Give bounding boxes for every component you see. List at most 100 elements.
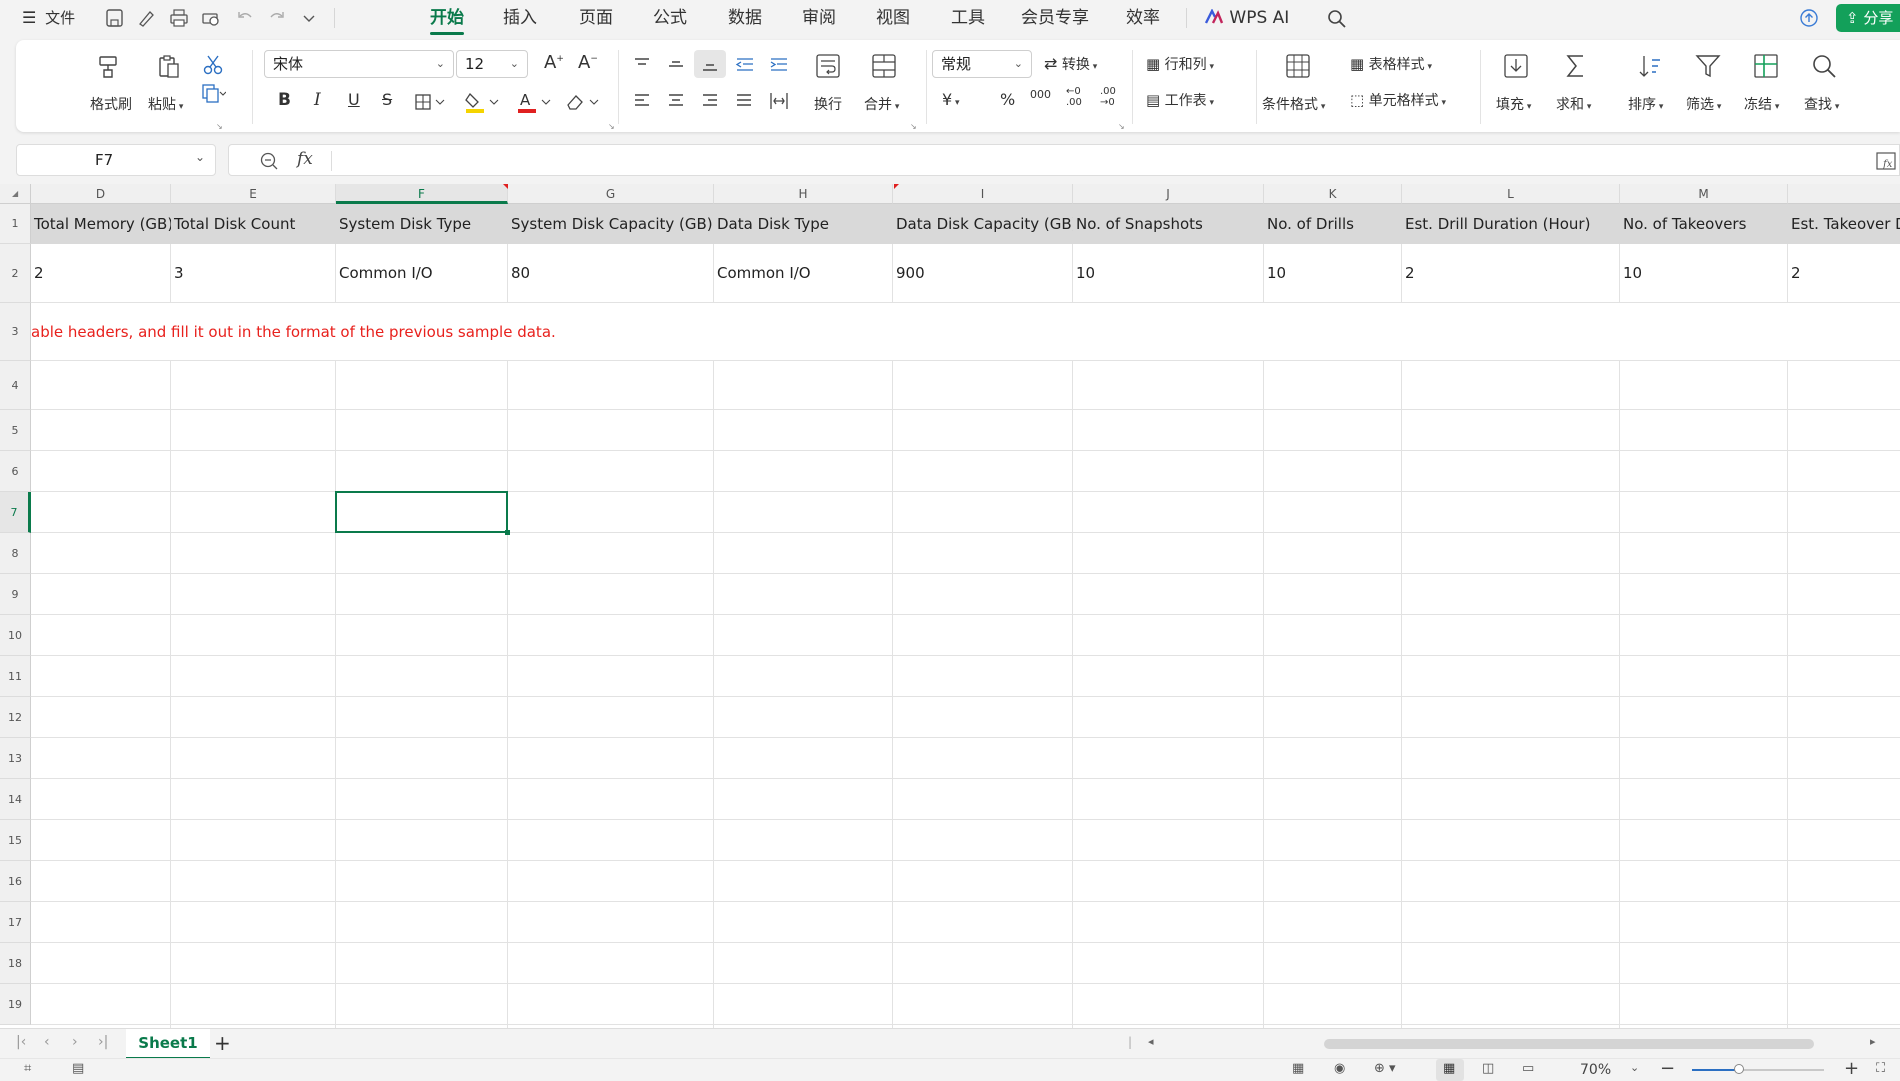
page-layout-icon[interactable]: ◫ (1482, 1061, 1494, 1076)
zoom-out-icon[interactable]: − (1660, 1058, 1675, 1079)
zoom-level[interactable]: 70% (1580, 1062, 1611, 1078)
underline-icon[interactable]: U (348, 90, 360, 109)
table-cell[interactable]: 900 (893, 244, 1073, 303)
table-header-cell[interactable]: Data Disk Capacity (GB) (893, 204, 1073, 244)
decrease-indent-icon[interactable] (734, 56, 756, 74)
table-cell[interactable]: 80 (508, 244, 714, 303)
paste-icon[interactable] (156, 54, 182, 80)
add-sheet-icon[interactable]: + (214, 1031, 231, 1055)
strikethrough-icon[interactable]: S (382, 90, 392, 109)
align-left-icon[interactable] (632, 92, 652, 110)
column-header-j[interactable]: J (1073, 184, 1264, 204)
last-sheet-icon[interactable]: ›| (98, 1034, 108, 1050)
rows-columns-button[interactable]: ▦ 行和列 ▾ (1146, 54, 1214, 74)
fill-color-icon[interactable] (464, 90, 502, 114)
zoom-in-icon[interactable]: + (1844, 1058, 1859, 1079)
tab-home[interactable]: 开始 (430, 5, 464, 35)
first-sheet-icon[interactable]: |‹ (16, 1034, 26, 1050)
table-header-cell[interactable]: System Disk Capacity (GB) (508, 204, 714, 244)
row-header-3[interactable]: 3 (0, 303, 31, 361)
dialog-launcher-icon[interactable]: ↘ (608, 122, 615, 131)
fill-icon[interactable] (1502, 52, 1530, 80)
column-header-k[interactable]: K (1264, 184, 1402, 204)
wps-ai-button[interactable]: WPS AI (1204, 6, 1289, 30)
freeze-button[interactable]: 冻结 ▾ (1744, 94, 1779, 114)
merge-button[interactable]: 合并 ▾ (864, 94, 899, 114)
table-cell[interactable]: 10 (1264, 244, 1402, 303)
table-cell[interactable]: Common I/O (336, 244, 508, 303)
center-view-icon[interactable]: ⊕ ▾ (1374, 1061, 1396, 1076)
italic-icon[interactable]: I (314, 90, 321, 110)
horizontal-scrollbar[interactable] (1324, 1039, 1814, 1049)
print-preview-icon[interactable] (200, 8, 222, 28)
row-header-4[interactable]: 4 (0, 361, 31, 410)
page-break-icon[interactable]: ▭ (1522, 1061, 1534, 1076)
font-size-select[interactable]: 12 ⌄ (456, 50, 528, 78)
dialog-launcher-icon[interactable]: ↘ (1118, 122, 1125, 131)
row-header-6[interactable]: 6 (0, 451, 31, 492)
table-header-cell[interactable]: Data Disk Type (714, 204, 893, 244)
cut-icon[interactable] (202, 54, 224, 76)
scroll-left-icon[interactable]: ◂ (1148, 1035, 1154, 1048)
table-style-button[interactable]: ▦ 表格样式 ▾ (1350, 54, 1432, 74)
row-header-10[interactable]: 10 (0, 615, 31, 656)
dialog-launcher-icon[interactable]: ↘ (216, 122, 223, 131)
zoom-formula-icon[interactable] (259, 151, 279, 171)
clear-format-icon[interactable] (564, 90, 602, 114)
table-cell[interactable]: 2 (1788, 244, 1900, 303)
bold-icon[interactable]: B (278, 90, 291, 110)
pen-icon[interactable] (136, 8, 158, 28)
paste-button[interactable]: 粘贴 ▾ (148, 94, 183, 114)
eye-protection-icon[interactable]: ◉ (1334, 1061, 1345, 1076)
table-header-cell[interactable]: Total Disk Count (171, 204, 336, 244)
instruction-note[interactable]: able headers, and fill it out in the for… (31, 303, 1900, 360)
convert-button[interactable]: ⇄ 转换 ▾ (1044, 54, 1097, 74)
cell-style-button[interactable]: ⬚ 单元格样式 ▾ (1350, 90, 1446, 110)
redo-icon[interactable] (266, 8, 288, 28)
column-header-h[interactable]: H (714, 184, 893, 204)
column-header-i[interactable]: I (893, 184, 1073, 204)
row-header-11[interactable]: 11 (0, 656, 31, 697)
column-header-e[interactable]: E (171, 184, 336, 204)
align-center-icon[interactable] (666, 92, 686, 110)
row-header-5[interactable]: 5 (0, 410, 31, 451)
row-header-9[interactable]: 9 (0, 574, 31, 615)
row-header-7[interactable]: 7 (0, 492, 31, 533)
normal-view-icon[interactable]: ▦ (1292, 1061, 1304, 1076)
decrease-decimal-icon[interactable]: .00 →0 (1100, 86, 1116, 108)
table-header-cell[interactable]: No. of Drills (1264, 204, 1402, 244)
next-sheet-icon[interactable]: › (72, 1034, 78, 1050)
decrease-font-icon[interactable]: A− (578, 52, 598, 73)
row-header-13[interactable]: 13 (0, 738, 31, 779)
thousands-separator-icon[interactable]: 000 (1030, 88, 1051, 101)
align-middle-icon[interactable] (666, 56, 686, 74)
wrap-text-icon[interactable] (814, 52, 842, 80)
increase-indent-icon[interactable] (768, 56, 790, 74)
table-header-cell[interactable]: No. of Takeovers (1620, 204, 1788, 244)
row-header-17[interactable]: 17 (0, 902, 31, 943)
sum-icon[interactable] (1562, 52, 1590, 80)
tab-tools[interactable]: 工具 (951, 5, 985, 31)
save-icon[interactable] (104, 8, 126, 28)
justify-icon[interactable] (734, 92, 754, 110)
wrap-text-label[interactable]: 换行 (814, 94, 842, 114)
find-button[interactable]: 查找 ▾ (1804, 94, 1839, 114)
undo-icon[interactable] (234, 8, 256, 28)
insert-function-button[interactable]: fx (297, 149, 313, 169)
share-button[interactable]: ⇪ 分享 (1836, 4, 1900, 32)
find-icon[interactable] (1810, 52, 1838, 80)
row-header-2[interactable]: 2 (0, 244, 31, 303)
freeze-panes-icon[interactable] (1752, 52, 1780, 80)
tab-data[interactable]: 数据 (728, 5, 762, 31)
tab-formula[interactable]: 公式 (653, 5, 687, 31)
percent-icon[interactable]: % (1000, 90, 1015, 109)
increase-font-icon[interactable]: A+ (544, 52, 564, 73)
grid-view-button[interactable]: ▦ (1436, 1059, 1464, 1081)
table-cell[interactable]: 3 (171, 244, 336, 303)
table-header-cell[interactable]: System Disk Type (336, 204, 508, 244)
row-header-19[interactable]: 19 (0, 984, 31, 1025)
print-icon[interactable] (168, 8, 190, 28)
number-format-select[interactable]: 常规 ⌄ (932, 50, 1032, 78)
tab-efficiency[interactable]: 效率 (1126, 5, 1160, 31)
distributed-align-icon[interactable] (768, 90, 790, 112)
